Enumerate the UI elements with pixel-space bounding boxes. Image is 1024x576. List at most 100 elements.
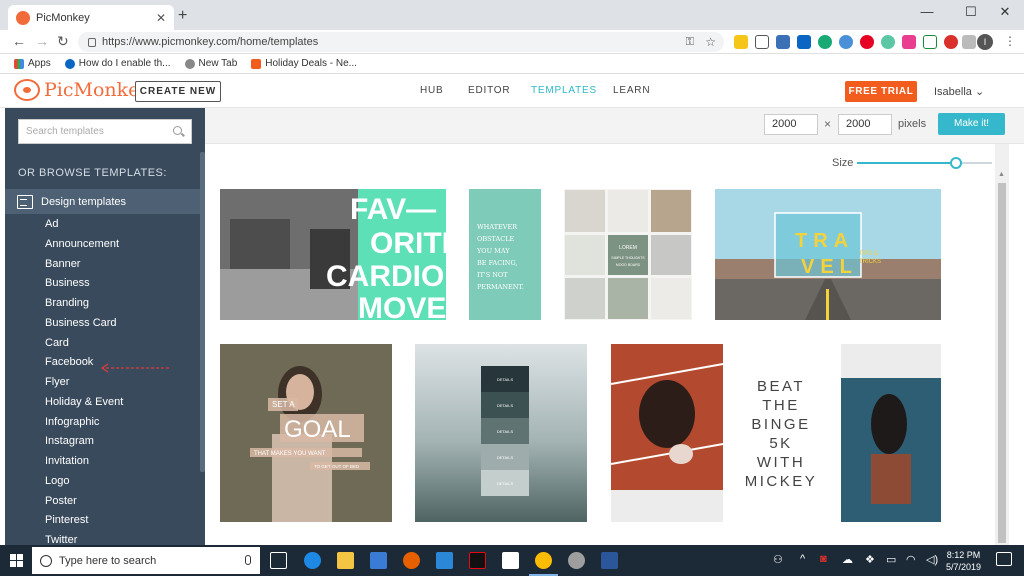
extension-grammarly-icon[interactable]	[818, 35, 832, 49]
template-card-moodboard[interactable]: LOREM SIMPLE THOUGHTS MOOD BOARD	[564, 189, 692, 320]
back-icon[interactable]: ←	[12, 33, 26, 49]
search-input[interactable]	[26, 126, 166, 137]
wifi-icon[interactable]: ◠	[906, 553, 916, 566]
notification-icon[interactable]	[996, 552, 1012, 566]
scrollbar-thumb[interactable]	[998, 183, 1006, 543]
category-infographic[interactable]: Infographic	[45, 415, 123, 435]
people-icon[interactable]: ⚇	[773, 553, 783, 566]
size-slider[interactable]	[857, 157, 992, 169]
bookmark-new-tab[interactable]: New Tab	[184, 58, 237, 69]
edge-icon[interactable]	[304, 552, 321, 569]
chrome-menu-icon[interactable]: ⋮	[1004, 34, 1016, 48]
bookmark-holiday-deals[interactable]: Holiday Deals - Ne...	[251, 58, 357, 69]
svg-text:BE FACING,: BE FACING,	[477, 259, 517, 267]
template-card-details[interactable]: DETAILS DETAILS DETAILS DETAILS DETAILS	[415, 344, 587, 522]
extension-dropper-icon[interactable]	[881, 35, 895, 49]
picmonkey-logo[interactable]: PicMonkey	[14, 79, 150, 101]
template-card-beat-the-binge[interactable]: BEAT THE BINGE 5K WITH MICKEY	[611, 344, 941, 522]
nav-editor[interactable]: EDITOR	[468, 85, 510, 96]
close-window-icon[interactable]: ✕	[990, 4, 1020, 20]
category-instagram[interactable]: Instagram	[45, 434, 123, 454]
chrome-icon[interactable]	[529, 552, 558, 576]
make-it-button[interactable]: Make it!	[938, 113, 1005, 135]
extension-grey-icon[interactable]	[962, 35, 976, 49]
profile-avatar[interactable]: I	[977, 34, 993, 50]
extension-pinterest-icon[interactable]	[860, 35, 874, 49]
extension-pocket-icon[interactable]	[755, 35, 769, 49]
volume-icon[interactable]: ◁)	[926, 553, 938, 566]
windows-start-icon[interactable]	[10, 554, 23, 567]
close-tab-icon[interactable]: ✕	[156, 11, 166, 25]
search-icon[interactable]	[173, 126, 182, 135]
create-new-button[interactable]: CREATE NEW	[135, 81, 221, 102]
chevron-up-icon[interactable]: ^	[800, 553, 805, 565]
category-branding[interactable]: Branding	[45, 296, 123, 316]
category-ad[interactable]: Ad	[45, 217, 123, 237]
category-pinterest[interactable]: Pinterest	[45, 513, 123, 533]
nav-templates[interactable]: TEMPLATES	[531, 85, 597, 96]
category-announcement[interactable]: Announcement	[45, 237, 123, 257]
new-tab-icon[interactable]: +	[178, 7, 187, 25]
width-input[interactable]: 2000	[764, 114, 818, 135]
free-trial-button[interactable]: FREE TRIAL	[845, 81, 917, 102]
category-banner[interactable]: Banner	[45, 257, 123, 277]
template-card-obstacle[interactable]: WHATEVER OBSTACLE YOU MAY BE FACING, IT'…	[469, 189, 541, 320]
taskbar-search[interactable]: Type here to search	[32, 547, 260, 574]
extension-red-icon[interactable]	[944, 35, 958, 49]
category-business-card[interactable]: Business Card	[45, 316, 123, 336]
firefox-icon[interactable]	[403, 552, 420, 569]
content-scrollbar[interactable]: ▲	[995, 144, 1009, 545]
file-explorer-icon[interactable]	[337, 552, 354, 569]
bookmark-apps[interactable]: Apps	[14, 58, 51, 69]
template-card-goal[interactable]: SET A GOAL THAT MAKES YOU WANT TO GET OU…	[220, 344, 392, 522]
extension-sticky-icon[interactable]	[734, 35, 748, 49]
minimize-icon[interactable]: —	[912, 4, 942, 19]
bookmark-star-icon[interactable]: ☆	[705, 35, 716, 49]
store-icon[interactable]	[370, 552, 387, 569]
snipping-icon[interactable]	[568, 552, 585, 569]
maximize-icon[interactable]: ☐	[956, 4, 986, 20]
category-invitation[interactable]: Invitation	[45, 454, 123, 474]
times-symbol: ×	[824, 117, 832, 131]
category-card[interactable]: Card	[45, 336, 123, 356]
word-icon[interactable]	[601, 552, 618, 569]
security-icon[interactable]: ◙	[820, 553, 827, 565]
template-card-cardio[interactable]: FAV— ORITE CARDIO MOVES	[220, 189, 446, 320]
height-input[interactable]: 2000	[838, 114, 892, 135]
key-icon[interactable]: ⚿	[686, 36, 694, 49]
address-bar[interactable]: https://www.picmonkey.com/home/templates…	[78, 32, 724, 52]
svg-text:WITH: WITH	[757, 454, 805, 471]
design-templates-item[interactable]: Design templates	[5, 189, 200, 214]
microphone-icon[interactable]	[245, 555, 251, 565]
svg-text:TO GET OUT OF BED: TO GET OUT OF BED	[314, 464, 360, 469]
user-name: Isabella	[934, 86, 972, 98]
nav-hub[interactable]: HUB	[420, 85, 444, 96]
extension-bar-icon[interactable]	[776, 35, 790, 49]
netflix-icon[interactable]	[469, 552, 486, 569]
extension-circle-icon[interactable]	[839, 35, 853, 49]
browser-tab[interactable]: PicMonkey ✕	[8, 5, 174, 30]
category-logo[interactable]: Logo	[45, 474, 123, 494]
extension-picker-icon[interactable]	[902, 35, 916, 49]
bookmark-linkedin[interactable]: How do I enable th...	[64, 58, 171, 69]
extension-linkedin-icon[interactable]	[797, 35, 811, 49]
template-card-travel[interactable]: TRA VEL TIPS & TRICKS	[715, 189, 941, 320]
size-slider-handle[interactable]	[949, 157, 962, 169]
dropbox-icon[interactable]: ❖	[865, 553, 875, 566]
category-flyer[interactable]: Flyer	[45, 375, 123, 395]
category-business[interactable]: Business	[45, 276, 123, 296]
category-poster[interactable]: Poster	[45, 494, 123, 514]
reload-icon[interactable]: ↻	[57, 33, 69, 50]
task-view-icon[interactable]	[270, 552, 287, 569]
battery-icon[interactable]: ▭	[886, 553, 896, 566]
system-clock[interactable]: 8:12 PM 5/7/2019	[946, 549, 981, 573]
cloud-icon[interactable]: ☁	[842, 553, 853, 566]
user-menu[interactable]: Isabella ⌄	[934, 85, 984, 98]
publisher-icon[interactable]	[436, 552, 453, 569]
nav-learn[interactable]: LEARN	[613, 85, 650, 96]
extension-box-icon[interactable]	[923, 35, 937, 49]
forward-icon[interactable]: →	[35, 33, 49, 49]
category-holiday-event[interactable]: Holiday & Event	[45, 395, 123, 415]
scroll-up-icon[interactable]: ▲	[998, 171, 1005, 178]
mail-icon[interactable]	[502, 552, 519, 569]
